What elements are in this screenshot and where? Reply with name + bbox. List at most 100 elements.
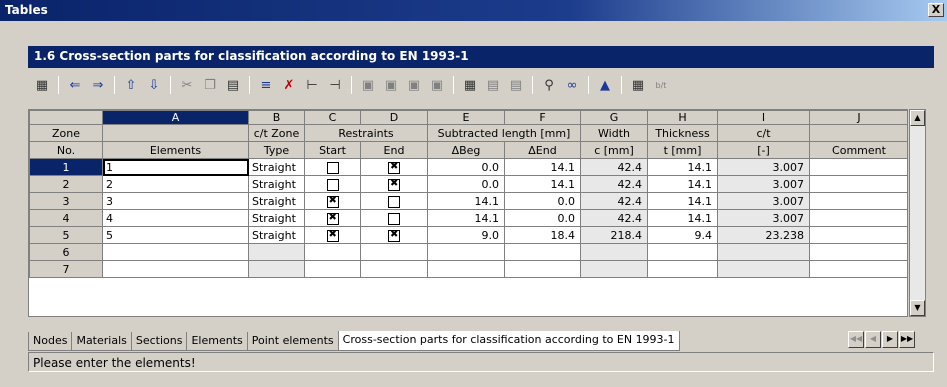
delta-beg-cell[interactable]: 9.0 — [427, 226, 505, 244]
zoom-icon[interactable]: ⚲ — [539, 75, 559, 95]
comment-cell[interactable] — [809, 175, 907, 193]
delta-end-cell[interactable]: 0.0 — [504, 192, 581, 210]
thickness-cell[interactable] — [647, 260, 718, 278]
link-icon[interactable]: ∞ — [562, 75, 582, 95]
end-checkbox[interactable] — [388, 178, 400, 191]
thickness-cell[interactable]: 9.4 — [647, 226, 718, 244]
end-restraint-cell[interactable] — [360, 260, 428, 278]
row-number[interactable]: 2 — [29, 175, 103, 193]
column-header-j[interactable]: J — [809, 110, 907, 125]
tab-materials[interactable]: Materials — [71, 332, 132, 351]
start-restraint-cell[interactable] — [304, 243, 361, 261]
elements-cell[interactable]: 1 — [102, 158, 249, 176]
delta-beg-cell[interactable] — [427, 260, 505, 278]
comment-cell[interactable] — [809, 243, 907, 261]
delta-end-cell[interactable]: 0.0 — [504, 209, 581, 227]
row-number[interactable]: 5 — [29, 226, 103, 244]
delta-beg-cell[interactable]: 0.0 — [427, 158, 505, 176]
start-checkbox[interactable] — [326, 229, 339, 242]
type-cell[interactable]: Straight — [248, 175, 305, 193]
scroll-up-icon[interactable]: ▲ — [910, 110, 925, 126]
type-cell[interactable] — [248, 243, 305, 261]
type-cell[interactable]: Straight — [248, 192, 305, 210]
start-restraint-cell[interactable] — [304, 158, 361, 176]
column-header-d[interactable]: D — [360, 110, 428, 125]
table3-icon[interactable]: ▤ — [506, 75, 526, 95]
thickness-cell[interactable] — [647, 243, 718, 261]
vertical-scrollbar[interactable]: ▲ ▼ — [909, 109, 926, 317]
end-restraint-cell[interactable] — [360, 226, 428, 244]
table1-icon[interactable]: ▦ — [460, 75, 480, 95]
column-header-b[interactable]: B — [248, 110, 305, 125]
type-cell[interactable]: Straight — [248, 158, 305, 176]
insert-row-icon[interactable]: ≡ — [256, 75, 276, 95]
comment-cell[interactable] — [809, 209, 907, 227]
end-restraint-cell[interactable] — [360, 175, 428, 193]
prev-tab-icon[interactable]: ◀ — [865, 331, 881, 348]
end-restraint-cell[interactable] — [360, 158, 428, 176]
end-restraint-cell[interactable] — [360, 243, 428, 261]
arrow-right-icon[interactable]: ⇒ — [88, 75, 108, 95]
tab-sections[interactable]: Sections — [130, 332, 188, 351]
view2-icon[interactable]: ▣ — [381, 75, 401, 95]
delta-end-cell[interactable]: 14.1 — [504, 175, 581, 193]
close-button[interactable]: X — [928, 3, 944, 17]
elements-cell[interactable]: 2 — [102, 175, 249, 193]
thickness-cell[interactable]: 14.1 — [647, 192, 718, 210]
delta-end-cell[interactable]: 14.1 — [504, 158, 581, 176]
type-cell[interactable]: Straight — [248, 226, 305, 244]
row-number[interactable]: 7 — [29, 260, 103, 278]
column-header-c[interactable]: C — [304, 110, 361, 125]
tab-point-elements[interactable]: Point elements — [246, 332, 339, 351]
row-number[interactable]: 6 — [29, 243, 103, 261]
row-number[interactable]: 3 — [29, 192, 103, 210]
data-grid[interactable]: A B C D E F G H I J Zone c/t Zone Restra… — [28, 109, 908, 317]
column-header-f[interactable]: F — [504, 110, 581, 125]
comment-cell[interactable] — [809, 158, 907, 176]
table2-icon[interactable]: ▤ — [483, 75, 503, 95]
tab-nodes[interactable]: Nodes — [28, 332, 73, 351]
type-cell[interactable] — [248, 260, 305, 278]
delta-end-cell[interactable] — [504, 260, 581, 278]
view4-icon[interactable]: ▣ — [427, 75, 447, 95]
insert-col2-icon[interactable]: ⊣ — [325, 75, 345, 95]
export-icon[interactable]: ⇩ — [144, 75, 164, 95]
end-restraint-cell[interactable] — [360, 209, 428, 227]
start-checkbox[interactable] — [326, 161, 339, 174]
arrow-left-icon[interactable]: ⇐ — [65, 75, 85, 95]
delta-end-cell[interactable]: 18.4 — [504, 226, 581, 244]
graphic-icon[interactable]: ▲ — [595, 75, 615, 95]
cut-icon[interactable]: ✂ — [177, 75, 197, 95]
start-checkbox[interactable] — [326, 195, 339, 208]
column-header-i[interactable]: I — [717, 110, 810, 125]
first-tab-icon[interactable]: ◀◀ — [848, 331, 864, 348]
insert-col-icon[interactable]: ⊢ — [302, 75, 322, 95]
tab-cross-section-parts-for-classification-according-to-en-1993-1[interactable]: Cross-section parts for classification a… — [337, 331, 680, 351]
start-checkbox[interactable] — [326, 178, 339, 191]
tab-elements[interactable]: Elements — [186, 332, 248, 351]
thickness-cell[interactable]: 14.1 — [647, 175, 718, 193]
end-restraint-cell[interactable] — [360, 192, 428, 210]
elements-cell[interactable]: 3 — [102, 192, 249, 210]
comment-cell[interactable] — [809, 226, 907, 244]
end-checkbox[interactable] — [388, 212, 400, 225]
comment-cell[interactable] — [809, 260, 907, 278]
scroll-down-icon[interactable]: ▼ — [910, 300, 925, 316]
view3-icon[interactable]: ▣ — [404, 75, 424, 95]
end-checkbox[interactable] — [388, 195, 400, 208]
delta-beg-cell[interactable]: 14.1 — [427, 192, 505, 210]
elements-cell[interactable]: 4 — [102, 209, 249, 227]
calculator-icon[interactable]: ▦ — [628, 75, 648, 95]
end-checkbox[interactable] — [388, 161, 400, 174]
elements-cell[interactable] — [102, 260, 249, 278]
elements-cell[interactable] — [102, 243, 249, 261]
corner-cell[interactable] — [29, 110, 103, 125]
start-restraint-cell[interactable] — [304, 192, 361, 210]
start-checkbox[interactable] — [326, 212, 339, 225]
properties-icon[interactable]: ▦ — [32, 75, 52, 95]
view1-icon[interactable]: ▣ — [358, 75, 378, 95]
start-restraint-cell[interactable] — [304, 226, 361, 244]
column-header-h[interactable]: H — [647, 110, 718, 125]
start-restraint-cell[interactable] — [304, 209, 361, 227]
row-number[interactable]: 1 — [29, 158, 103, 176]
